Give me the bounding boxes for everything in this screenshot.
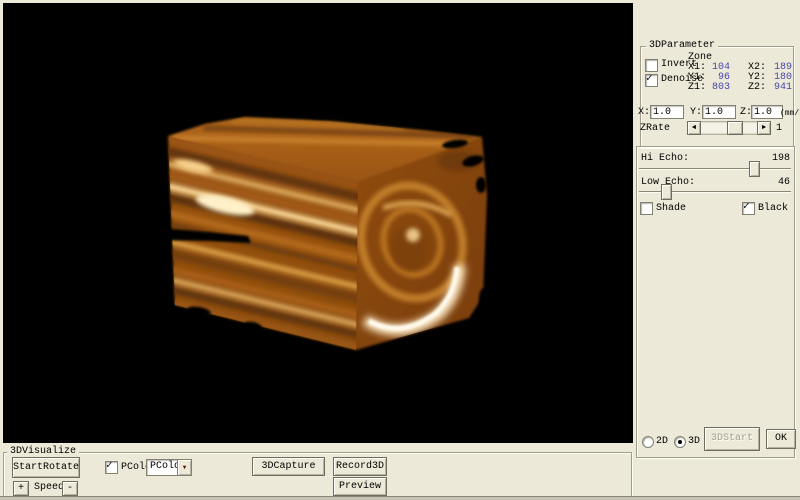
mode-3d-radio[interactable] [674, 436, 686, 448]
z-scale-input[interactable] [751, 105, 783, 119]
parameter-groupbox-title: 3DParameter [646, 40, 718, 52]
record3d-button[interactable]: Record3D [333, 457, 387, 476]
zrate-label: ZRate [640, 123, 670, 135]
dropdown-arrow-icon[interactable] [177, 460, 191, 475]
3dcapture-button[interactable]: 3DCapture [252, 457, 325, 476]
app-window: 3DParameter Invert Denoise Zone X1: 104 … [0, 0, 800, 500]
zone-z2-label: Z2: [748, 82, 766, 94]
volume-render [3, 3, 633, 443]
mode-2d-radio[interactable] [642, 436, 654, 448]
3dstart-button[interactable]: 3DStart [704, 427, 760, 451]
denoise-checkbox[interactable] [645, 74, 658, 87]
low-echo-thumb[interactable] [661, 184, 672, 200]
zone-row: Z1: 803 Z2: 941 [688, 82, 792, 92]
shade-checkbox[interactable] [640, 202, 653, 215]
speed-plus-button[interactable]: + [13, 481, 29, 496]
low-echo-value: 46 [762, 177, 790, 189]
ok-button[interactable]: OK [766, 429, 796, 449]
zrate-right-arrow-icon[interactable]: ► [757, 121, 771, 135]
preview-button[interactable]: Preview [333, 477, 387, 496]
x-scale-input[interactable] [650, 105, 684, 119]
window-bottom-edge [0, 496, 800, 500]
invert-checkbox[interactable] [645, 59, 658, 72]
hi-echo-slider[interactable] [639, 168, 791, 170]
zrate-thumb[interactable] [727, 121, 743, 135]
zrate-scrollbar[interactable]: ◄ ► [687, 121, 771, 135]
zone-z1-value: 803 [702, 82, 730, 94]
x-scale-label: X: [638, 107, 650, 119]
speed-minus-button[interactable]: - [62, 481, 78, 496]
mode-3d-label: 3D [688, 436, 700, 448]
mode-2d-label: 2D [656, 436, 668, 448]
hi-echo-label: Hi Echo: [641, 153, 689, 165]
scale-unit-label: (mm/p) [780, 108, 800, 120]
y-scale-input[interactable] [702, 105, 736, 119]
black-label: Black [758, 203, 788, 215]
zone-row: Y1: 96 Y2: 180 [688, 72, 792, 82]
pcolor-select[interactable]: PColor [146, 459, 192, 476]
shade-label: Shade [656, 203, 686, 215]
zrate-value: 1 [776, 123, 782, 135]
speed-label: Speed [34, 482, 64, 494]
hi-echo-thumb[interactable] [749, 161, 760, 177]
black-checkbox[interactable] [742, 202, 755, 215]
pcolor-checkbox[interactable] [105, 461, 118, 474]
start-rotate-button[interactable]: StartRotate [12, 457, 80, 478]
zone-z2-value: 941 [768, 82, 792, 94]
render-viewport[interactable] [3, 3, 633, 443]
hi-echo-value: 198 [762, 153, 790, 165]
zone-row: X1: 104 X2: 189 [688, 62, 792, 72]
y-scale-label: Y: [690, 107, 702, 119]
zrate-left-arrow-icon[interactable]: ◄ [687, 121, 701, 135]
